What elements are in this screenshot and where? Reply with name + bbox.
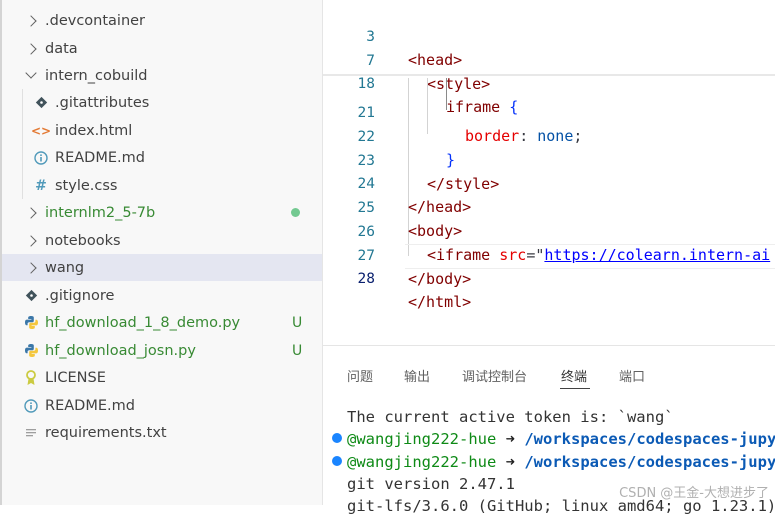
- git-diamond-icon: [30, 93, 52, 113]
- tree-item-gitignore[interactable]: .gitignore: [2, 282, 322, 309]
- license-icon: [20, 368, 42, 388]
- code-line[interactable]: 25 <body>: [323, 174, 775, 240]
- tree-item-intern-cobuild[interactable]: intern_cobuild: [2, 62, 322, 89]
- tab-terminal[interactable]: 终端: [561, 366, 587, 385]
- tree-item-label: notebooks: [45, 232, 121, 249]
- line-number: 28: [357, 271, 375, 287]
- tree-item-label: requirements.txt: [45, 424, 167, 441]
- command-decoration-icon[interactable]: [332, 456, 342, 466]
- tree-item-label: internlm2_5-7b: [45, 204, 156, 221]
- tree-item-label: hf_download_1_8_demo.py: [45, 314, 241, 331]
- tree-item-label: wang: [45, 259, 85, 276]
- panel-tabs: 问题 输出 调试控制台 终端 端口: [323, 346, 775, 392]
- chevron-right-icon: [20, 203, 42, 223]
- tree-item-label: .gitignore: [45, 287, 115, 304]
- tree-item-notebooks[interactable]: notebooks: [2, 227, 322, 254]
- sticky-scroll-divider: [323, 74, 775, 76]
- tree-item-label: index.html: [55, 122, 133, 139]
- tree-item-hf-download-josn[interactable]: hf_download_josn.py U: [2, 337, 322, 364]
- tree-item-devcontainer[interactable]: .devcontainer: [2, 7, 322, 34]
- python-icon: [20, 341, 42, 361]
- tree-item-wang[interactable]: wang: [2, 254, 322, 281]
- info-icon: [30, 148, 52, 168]
- chevron-right-icon: [20, 11, 42, 31]
- python-icon: [20, 313, 42, 333]
- sticky-line[interactable]: 7 <style>: [323, 27, 775, 93]
- text-lines-icon: [20, 423, 42, 443]
- code-line[interactable]: 22 }: [323, 103, 775, 169]
- modified-dot-icon: [291, 208, 300, 217]
- command-decoration-icon[interactable]: [332, 433, 342, 443]
- tree-item-style-css[interactable]: # style.css: [2, 172, 322, 199]
- tree-item-label: intern_cobuild: [45, 67, 148, 84]
- tree-item-data[interactable]: data: [2, 35, 322, 62]
- code-line[interactable]: 21 border: none;: [323, 79, 775, 145]
- terminal-prompt-line: @wangjing222-hue ➜ /workspaces/codespace…: [347, 430, 775, 448]
- tree-item-label: data: [45, 40, 78, 57]
- code-line[interactable]: 27 </body>: [323, 222, 775, 288]
- code-line[interactable]: 24 </head>: [323, 150, 775, 216]
- explorer-sidebar: .devcontainer data intern_cobuild .gitat…: [0, 0, 323, 505]
- csdn-watermark: CSDN @王金-大想进步了: [619, 486, 769, 501]
- terminal-line: The current active token is: `wang`: [347, 408, 674, 426]
- tab-output[interactable]: 输出: [404, 366, 430, 385]
- tree-item-gitattributes[interactable]: .gitattributes: [2, 89, 322, 116]
- active-tab-underline: [560, 388, 590, 389]
- tree-item-label: LICENSE: [45, 369, 106, 386]
- code-text: </body>: [408, 270, 472, 288]
- chevron-right-icon: [20, 39, 42, 59]
- code-line[interactable]: 28 </html>: [323, 245, 775, 311]
- tree-item-label: README.md: [55, 149, 145, 166]
- tree-item-internlm2-5-7b[interactable]: internlm2_5-7b: [2, 199, 322, 226]
- untracked-badge: U: [292, 342, 303, 359]
- tree-item-index-html[interactable]: <> index.html: [2, 117, 322, 144]
- tree-item-requirements[interactable]: requirements.txt: [2, 419, 322, 446]
- terminal-line: git version 2.47.1: [347, 475, 515, 493]
- info-icon: [20, 396, 42, 416]
- code-editor[interactable]: 3 <head> 7 <style> 18 iframe { 21 border…: [323, 0, 775, 345]
- tree-item-readme-md[interactable]: README.md: [2, 144, 322, 171]
- tree-item-license[interactable]: LICENSE: [2, 364, 322, 391]
- tree-item-label: .devcontainer: [45, 12, 146, 29]
- sticky-line[interactable]: 18 iframe {: [323, 50, 775, 116]
- git-diamond-icon: [20, 286, 42, 306]
- sticky-line[interactable]: 3 <head>: [323, 3, 775, 69]
- html-icon: <>: [30, 123, 52, 138]
- chevron-right-icon: [20, 231, 42, 251]
- tree-item-label: hf_download_josn.py: [45, 342, 196, 359]
- tab-debug-console[interactable]: 调试控制台: [462, 366, 527, 385]
- code-line[interactable]: 23 </style>: [323, 127, 775, 193]
- css-hash-icon: #: [35, 177, 47, 194]
- tab-ports[interactable]: 端口: [619, 366, 645, 385]
- terminal-prompt-line: @wangjing222-hue ➜ /workspaces/codespace…: [347, 453, 775, 471]
- tree-item-hf-download-demo[interactable]: hf_download_1_8_demo.py U: [2, 309, 322, 336]
- code-line[interactable]: 26 <iframe src="https://colearn.intern-a…: [323, 198, 775, 264]
- tree-item-label: .gitattributes: [55, 94, 150, 111]
- code-text: </html>: [408, 293, 472, 311]
- chevron-down-icon: [20, 66, 42, 86]
- tree-item-label: README.md: [45, 397, 135, 414]
- untracked-badge: U: [292, 314, 303, 331]
- tree-item-label: style.css: [55, 177, 118, 194]
- chevron-right-icon: [20, 258, 42, 278]
- tab-problems[interactable]: 问题: [347, 366, 373, 385]
- tree-item-readme-root[interactable]: README.md: [2, 392, 322, 419]
